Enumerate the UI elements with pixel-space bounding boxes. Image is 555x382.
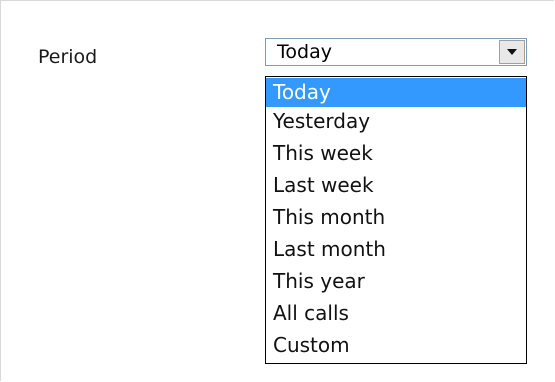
dropdown-button[interactable] xyxy=(499,40,525,64)
period-panel: Period Today Today Yesterday This week L… xyxy=(0,0,554,381)
option-custom[interactable]: Custom xyxy=(266,331,526,363)
period-label: Period xyxy=(38,46,98,68)
period-select[interactable]: Today xyxy=(265,38,527,66)
option-all-calls[interactable]: All calls xyxy=(266,299,526,331)
period-dropdown-list[interactable]: Today Yesterday This week Last week This… xyxy=(265,76,527,364)
option-last-week[interactable]: Last week xyxy=(266,171,526,203)
option-today[interactable]: Today xyxy=(266,78,526,107)
chevron-down-icon xyxy=(507,49,517,55)
period-select-value: Today xyxy=(277,41,332,63)
option-this-year[interactable]: This year xyxy=(266,267,526,299)
option-this-month[interactable]: This month xyxy=(266,203,526,235)
option-yesterday[interactable]: Yesterday xyxy=(266,107,526,139)
option-last-month[interactable]: Last month xyxy=(266,235,526,267)
option-this-week[interactable]: This week xyxy=(266,139,526,171)
